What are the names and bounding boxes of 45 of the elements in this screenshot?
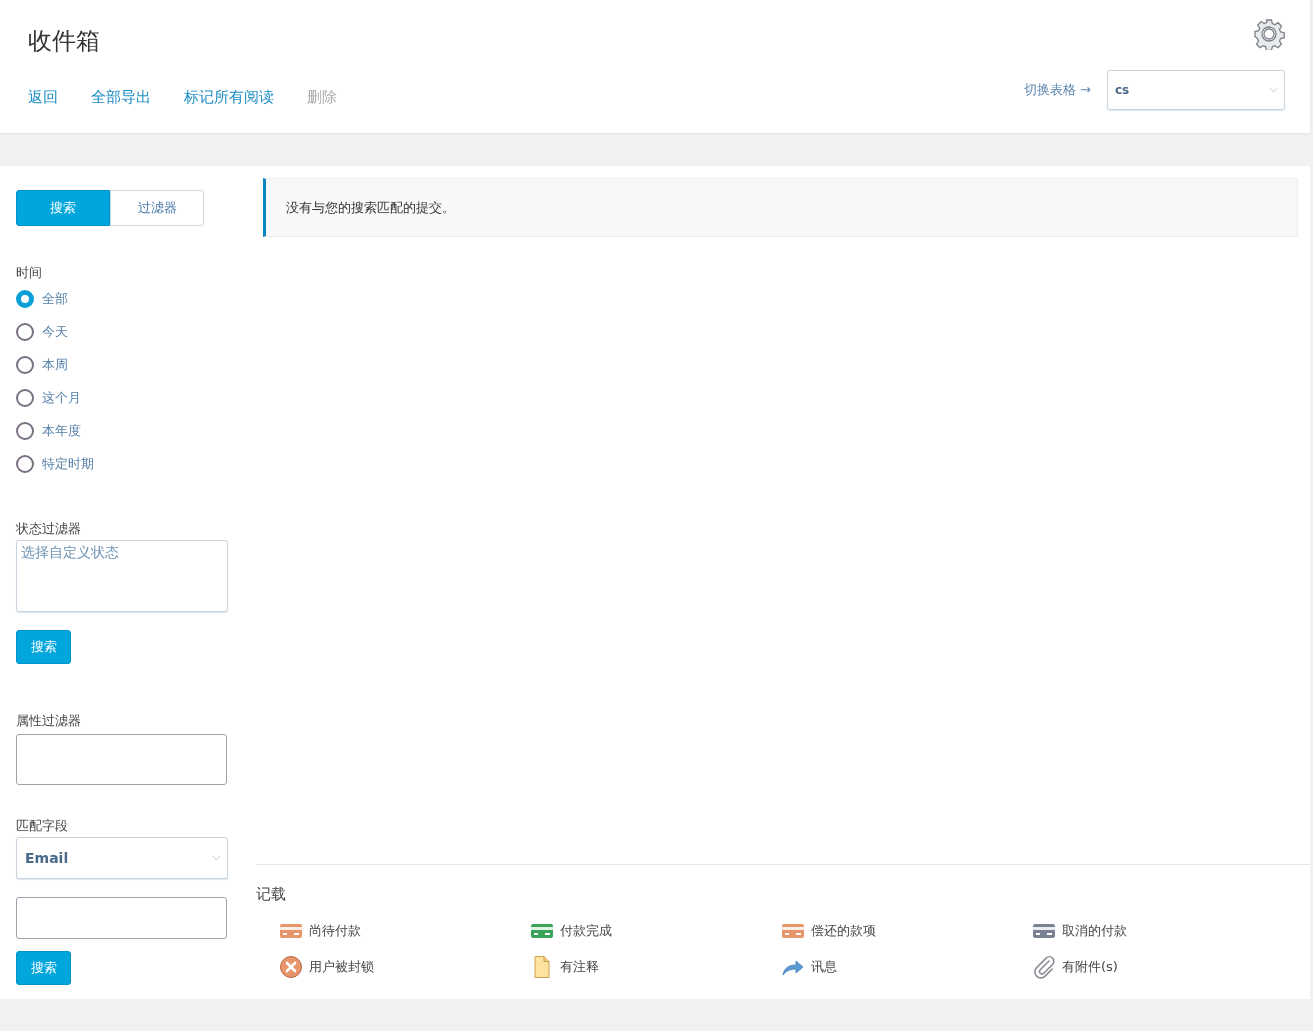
field-label: 属性过滤器 bbox=[16, 712, 81, 730]
search-button[interactable]: 搜索 bbox=[16, 951, 71, 985]
legend-label: 取消的付款 bbox=[1062, 922, 1127, 940]
radio-button[interactable] bbox=[16, 421, 34, 440]
chevron-down-icon bbox=[1269, 87, 1278, 93]
action-link[interactable]: 返回 bbox=[28, 88, 58, 107]
legend-label: 偿还的款项 bbox=[811, 922, 876, 940]
radio-label[interactable]: 本年度 bbox=[42, 421, 81, 440]
legend-label: 有注释 bbox=[560, 958, 599, 976]
tab[interactable]: 搜索 bbox=[16, 190, 110, 226]
x-circle-icon bbox=[279, 955, 303, 979]
field-label: 时间 bbox=[16, 264, 42, 282]
paperclip-icon bbox=[1032, 955, 1056, 979]
radio-label[interactable]: 这个月 bbox=[42, 388, 81, 407]
radio-label[interactable]: 特定时期 bbox=[42, 454, 94, 473]
legend-label: 付款完成 bbox=[560, 922, 612, 940]
radio-label[interactable]: 本周 bbox=[42, 355, 68, 374]
field-label: 状态过滤器 bbox=[16, 520, 81, 538]
switch-form-link[interactable]: 切换表格 → bbox=[1023, 81, 1091, 99]
radio-label[interactable]: 今天 bbox=[42, 322, 68, 341]
tab[interactable]: 过滤器 bbox=[110, 190, 204, 226]
match-value-field[interactable] bbox=[16, 897, 227, 939]
notice-message: 没有与您的搜索匹配的提交。 bbox=[263, 178, 1298, 237]
action-link[interactable]: 标记所有阅读 bbox=[184, 88, 274, 107]
settings-icon[interactable] bbox=[1253, 18, 1285, 50]
chevron-down-icon bbox=[212, 855, 221, 861]
field-label: 匹配字段 bbox=[16, 817, 68, 835]
legend-label: 尚待付款 bbox=[309, 922, 361, 940]
attribute-input-field[interactable] bbox=[16, 734, 227, 785]
radio-button[interactable] bbox=[16, 388, 34, 407]
legend-label: 用户被封锁 bbox=[309, 958, 374, 976]
radio-button[interactable] bbox=[16, 322, 34, 341]
action-link[interactable]: 全部导出 bbox=[91, 88, 151, 107]
legend-label: 有附件(s) bbox=[1062, 958, 1118, 976]
match-field-select[interactable]: Email bbox=[16, 837, 228, 879]
radio-label[interactable]: 全部 bbox=[42, 289, 68, 308]
radio-button[interactable] bbox=[16, 454, 34, 473]
radio-button[interactable] bbox=[16, 355, 34, 374]
radio-button[interactable] bbox=[16, 289, 34, 308]
form-select[interactable]: cs bbox=[1107, 70, 1285, 110]
search-button[interactable]: 搜索 bbox=[16, 630, 71, 664]
legend-title: 记载 bbox=[256, 885, 287, 904]
status-select-field[interactable]: 选择自定义状态 bbox=[16, 540, 228, 612]
page-title: 收件箱 bbox=[28, 26, 101, 57]
legend-label: 讯息 bbox=[811, 958, 837, 976]
